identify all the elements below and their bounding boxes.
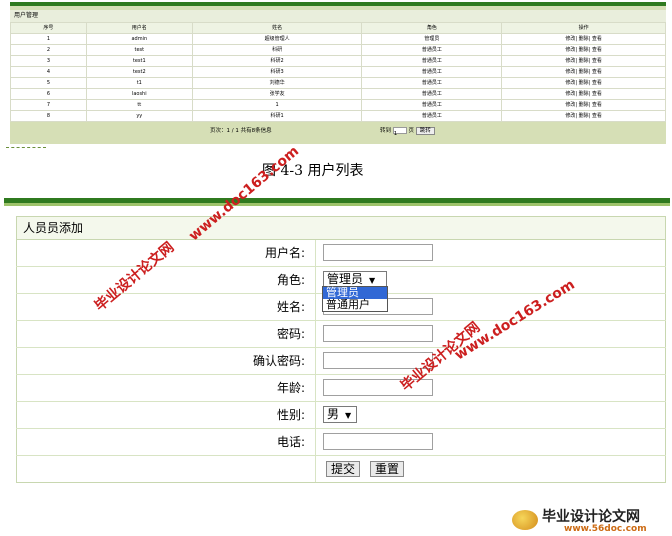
role-option[interactable]: 普通用户	[323, 299, 387, 311]
cell-role: 普通员工	[361, 110, 503, 122]
confirm-password-row: 确认密码:	[16, 348, 666, 375]
cell-username: test1	[85, 55, 193, 67]
cell-no: 8	[10, 110, 87, 122]
table-row: 5 t1 刘德华 普通员工 修改| 删除| 查看	[10, 77, 666, 89]
cell-no: 5	[10, 77, 87, 89]
password-label: 密码:	[16, 321, 316, 347]
cell-no: 2	[10, 44, 87, 56]
cell-name: 超级管理人	[191, 33, 363, 45]
phone-label: 电话:	[16, 429, 316, 455]
cell-name: 1	[191, 99, 363, 111]
phone-input[interactable]	[323, 433, 433, 450]
jump-button[interactable]: 跳转	[415, 126, 435, 135]
page-unit: 页	[408, 128, 415, 134]
pager-jump: 转到 1 页 跳转	[380, 125, 435, 137]
col-header-username: 用户名	[85, 22, 193, 34]
age-label: 年龄:	[16, 375, 316, 401]
row-actions[interactable]: 修改| 删除| 查看	[501, 55, 666, 67]
gender-select[interactable]: 男 ▼	[323, 406, 357, 423]
cell-no: 1	[10, 33, 87, 45]
site-logo: 毕业设计论文网 www.56doc.com	[506, 506, 668, 536]
table-row: 6 laoshi 张学友 普通员工 修改| 删除| 查看	[10, 88, 666, 100]
row-actions[interactable]: 修改| 删除| 查看	[501, 110, 666, 122]
user-table: 序号 用户名 姓名 角色 操作 1 admin 超级管理人 管理员 修改| 删除| 查看…	[10, 22, 666, 122]
cell-role: 普通员工	[361, 55, 503, 67]
col-header-role: 角色	[361, 22, 503, 34]
table-row: 4 test2 科研3 普通员工 修改| 删除| 查看	[10, 66, 666, 78]
role-selected-value: 管理员	[327, 272, 364, 286]
pager-info: 页次：1 / 1 共有8条信息	[210, 128, 272, 134]
cell-username: t1	[85, 77, 193, 89]
cell-name: 科研3	[191, 66, 363, 78]
cell-username: yy	[85, 110, 193, 122]
cell-role: 普通员工	[361, 66, 503, 78]
cell-no: 7	[10, 99, 87, 111]
actions-label-cell	[16, 456, 316, 482]
cell-name: 科研	[191, 44, 363, 56]
cell-name: 刘德华	[191, 77, 363, 89]
gender-selected-value: 男	[327, 407, 340, 421]
cell-role: 普通员工	[361, 44, 503, 56]
form-title: 人员员添加	[16, 216, 666, 240]
table-row: 8 yy 科研1 普通员工 修改| 删除| 查看	[10, 110, 666, 122]
cell-no: 3	[10, 55, 87, 67]
logo-url: www.56doc.com	[564, 524, 647, 534]
col-header-name: 姓名	[191, 22, 363, 34]
top-accent-line	[10, 2, 666, 6]
logo-name: 毕业设计论文网	[542, 509, 640, 525]
dropdown-arrow-icon: ▼	[345, 411, 352, 420]
cell-username: test2	[85, 66, 193, 78]
row-actions[interactable]: 修改| 删除| 查看	[501, 99, 666, 111]
col-header-no: 序号	[10, 22, 87, 34]
actions-row: 提交 重置	[16, 456, 666, 483]
cell-role: 管理员	[361, 33, 503, 45]
cell-role: 普通员工	[361, 77, 503, 89]
submit-button[interactable]: 提交	[326, 461, 361, 477]
name-label: 姓名:	[16, 294, 316, 320]
cell-name: 科研2	[191, 55, 363, 67]
cell-role: 普通员工	[361, 88, 503, 100]
age-row: 年龄:	[16, 375, 666, 402]
col-header-ops: 操作	[501, 22, 666, 34]
table-row: 1 admin 超级管理人 管理员 修改| 删除| 查看	[10, 33, 666, 45]
cell-role: 普通员工	[361, 99, 503, 111]
username-input[interactable]	[323, 244, 433, 261]
row-actions[interactable]: 修改| 删除| 查看	[501, 66, 666, 78]
table-row: 3 test1 科研2 普通员工 修改| 删除| 查看	[10, 55, 666, 67]
dashed-divider	[6, 144, 46, 148]
page-number-input[interactable]: 1	[392, 127, 407, 137]
table-row: 7 tt 1 普通员工 修改| 删除| 查看	[10, 99, 666, 111]
cell-username: admin	[85, 33, 193, 45]
user-list-title: 用户管理	[10, 10, 666, 22]
row-actions[interactable]: 修改| 删除| 查看	[501, 77, 666, 89]
cell-username: tt	[85, 99, 193, 111]
row-actions[interactable]: 修改| 删除| 查看	[501, 44, 666, 56]
row-actions[interactable]: 修改| 删除| 查看	[501, 33, 666, 45]
gender-label: 性别:	[16, 402, 316, 428]
cell-name: 科研1	[191, 110, 363, 122]
form-accent-bar-light	[4, 203, 670, 206]
cell-username: laoshi	[85, 88, 193, 100]
table-header-row: 序号 用户名 姓名 角色 操作	[10, 22, 666, 34]
cell-no: 4	[10, 66, 87, 78]
role-dropdown-list: 管理员 普通用户	[322, 286, 388, 312]
logo-ball-icon	[512, 510, 538, 530]
cell-username: test	[85, 44, 193, 56]
role-label: 角色:	[16, 267, 316, 293]
password-row: 密码:	[16, 321, 666, 348]
table-row: 2 test 科研 普通员工 修改| 删除| 查看	[10, 44, 666, 56]
password-input[interactable]	[323, 325, 433, 342]
dropdown-arrow-icon: ▼	[369, 276, 376, 285]
phone-row: 电话:	[16, 429, 666, 456]
reset-button[interactable]: 重置	[370, 461, 405, 477]
cell-name: 张学友	[191, 88, 363, 100]
username-row: 用户名:	[16, 240, 666, 267]
jump-label: 转到	[380, 128, 392, 134]
cell-no: 6	[10, 88, 87, 100]
gender-row: 性别: 男 ▼	[16, 402, 666, 429]
user-list-panel: 用户管理 序号 用户名 姓名 角色 操作 1 admin 超级管理人 管理员 修改| 删…	[10, 2, 666, 144]
pager: 页次：1 / 1 共有8条信息 转到 1 页 跳转	[10, 125, 666, 137]
row-actions[interactable]: 修改| 删除| 查看	[501, 88, 666, 100]
confirm-password-label: 确认密码:	[16, 348, 316, 374]
